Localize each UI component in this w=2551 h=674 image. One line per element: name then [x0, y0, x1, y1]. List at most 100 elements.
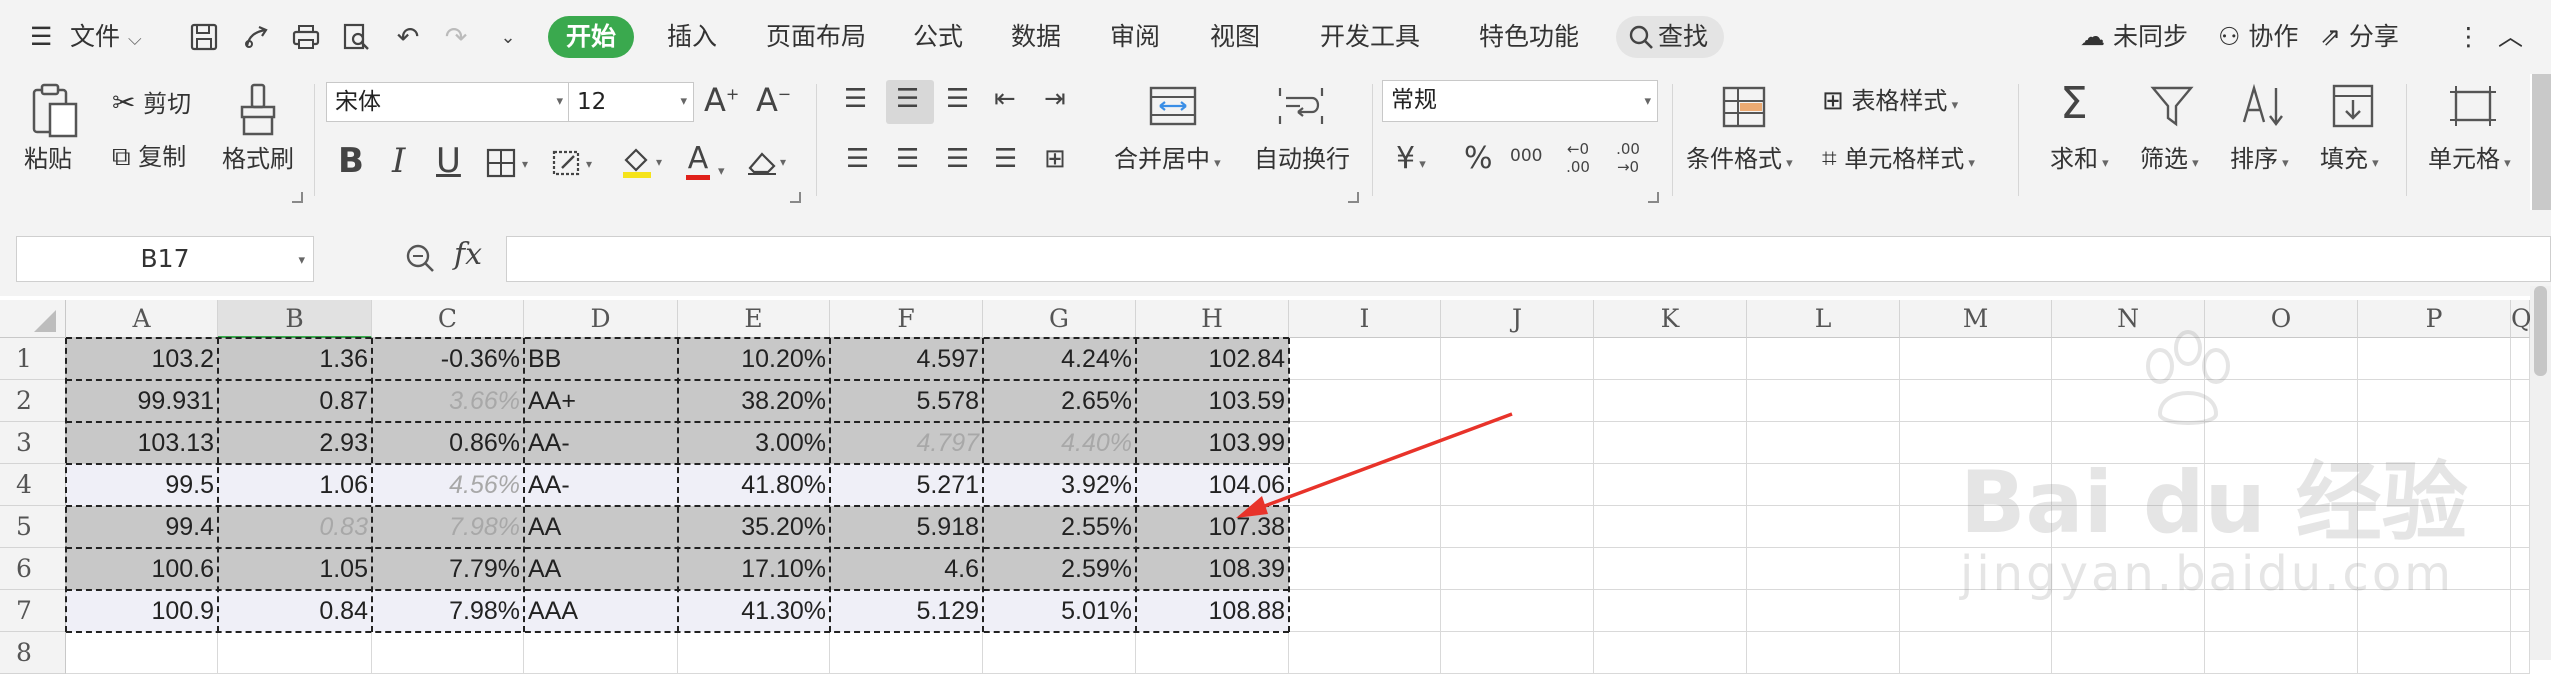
name-box[interactable]: B17 ▾ [16, 236, 314, 282]
zoom-formula-icon[interactable] [404, 242, 436, 277]
column-header-e[interactable]: E [678, 300, 830, 338]
sync-status[interactable]: ☁ 未同步 [2080, 20, 2188, 54]
tab-view[interactable]: 视图 [1210, 20, 1260, 54]
cell-b4[interactable]: 1.06 [218, 464, 372, 506]
cell-e5[interactable]: 35.20% [678, 506, 830, 548]
cell-f7[interactable]: 5.129 [830, 590, 983, 632]
redo-icon[interactable]: ↷ [440, 22, 472, 54]
export-pdf-icon[interactable] [240, 22, 272, 54]
cell-b3[interactable]: 2.93 [218, 422, 372, 464]
collaborate-button[interactable]: ⚇ 协作 [2218, 20, 2298, 54]
customize-toolbar-icon[interactable]: ⌄ [492, 22, 524, 54]
justify-icon[interactable]: ☰ [994, 146, 1017, 172]
cell-d7[interactable]: AAA [524, 590, 678, 632]
cell-j8[interactable] [1441, 632, 1594, 674]
cell-n5[interactable] [2052, 506, 2205, 548]
insert-function-icon[interactable]: fx [454, 240, 482, 270]
cell-l5[interactable] [1747, 506, 1900, 548]
cell-h6[interactable]: 108.39 [1136, 548, 1289, 590]
cell-o1[interactable] [2205, 338, 2358, 380]
cell-n6[interactable] [2052, 548, 2205, 590]
column-header-j[interactable]: J [1441, 300, 1594, 338]
cell-a4[interactable]: 99.5 [66, 464, 218, 506]
cell-a6[interactable]: 100.6 [66, 548, 218, 590]
cell-b1[interactable]: 1.36 [218, 338, 372, 380]
increase-indent-icon[interactable]: ⇥ [1044, 86, 1066, 112]
cell-f5[interactable]: 5.918 [830, 506, 983, 548]
cell-a3[interactable]: 103.13 [66, 422, 218, 464]
cell-g6[interactable]: 2.59% [983, 548, 1136, 590]
ribbon-scrollbar[interactable] [2532, 74, 2551, 210]
column-header-k[interactable]: K [1594, 300, 1747, 338]
cell-o2[interactable] [2205, 380, 2358, 422]
align-top-icon[interactable]: ☰ [844, 86, 867, 112]
cell-d1[interactable]: BB [524, 338, 678, 380]
fill-color-icon[interactable]: ▾ [620, 146, 670, 183]
tab-special-features[interactable]: 特色功能 [1479, 20, 1579, 54]
cell-g7[interactable]: 5.01% [983, 590, 1136, 632]
cell-q3[interactable] [2511, 422, 2530, 464]
cell-b8[interactable] [218, 632, 372, 674]
column-header-f[interactable]: F [830, 300, 983, 338]
cell-g4[interactable]: 3.92% [983, 464, 1136, 506]
cell-k7[interactable] [1594, 590, 1747, 632]
cell-e6[interactable]: 17.10% [678, 548, 830, 590]
italic-button[interactable]: I [392, 144, 405, 178]
align-center-icon[interactable]: ☰ [896, 146, 919, 172]
cell-d4[interactable]: AA- [524, 464, 678, 506]
cell-b2[interactable]: 0.87 [218, 380, 372, 422]
cell-a2[interactable]: 99.931 [66, 380, 218, 422]
column-header-q[interactable]: Q [2511, 300, 2532, 338]
cell-c7[interactable]: 7.98% [372, 590, 524, 632]
cell-d6[interactable]: AA [524, 548, 678, 590]
cell-k6[interactable] [1594, 548, 1747, 590]
align-right-icon[interactable]: ☰ [946, 146, 969, 172]
cell-d8[interactable] [524, 632, 678, 674]
cell-p5[interactable] [2358, 506, 2511, 548]
clear-format-icon[interactable]: ▾ [744, 146, 794, 181]
cell-a5[interactable]: 99.4 [66, 506, 218, 548]
cell-b6[interactable]: 1.05 [218, 548, 372, 590]
cell-g1[interactable]: 4.24% [983, 338, 1136, 380]
row-header-5[interactable]: 5 [0, 506, 66, 548]
cell-k1[interactable] [1594, 338, 1747, 380]
cell-p4[interactable] [2358, 464, 2511, 506]
cell-c2[interactable]: 3.66% [372, 380, 524, 422]
file-menu[interactable]: 文件 ⌵ [70, 20, 142, 57]
cell-e3[interactable]: 3.00% [678, 422, 830, 464]
cell-e8[interactable] [678, 632, 830, 674]
table-style-button[interactable]: ⊞ 表格样式 ▾ [1822, 86, 1958, 121]
cell-m8[interactable] [1900, 632, 2052, 674]
column-header-b[interactable]: B [218, 300, 372, 338]
chevron-down-icon[interactable]: ▾ [718, 164, 725, 179]
cell-m4[interactable] [1900, 464, 2052, 506]
cell-style-button[interactable]: ⌗ 单元格样式 ▾ [1822, 144, 1975, 179]
cell-j1[interactable] [1441, 338, 1594, 380]
column-header-h[interactable]: H [1136, 300, 1289, 338]
cell-a8[interactable] [66, 632, 218, 674]
cell-q7[interactable] [2511, 590, 2530, 632]
cell-b7[interactable]: 0.84 [218, 590, 372, 632]
search-button[interactable]: 查找 [1616, 16, 1724, 58]
cell-n7[interactable] [2052, 590, 2205, 632]
cell-l4[interactable] [1747, 464, 1900, 506]
borders-icon[interactable]: ▾ [486, 148, 534, 181]
cell-m3[interactable] [1900, 422, 2052, 464]
formula-input[interactable] [506, 236, 2551, 282]
cell-i8[interactable] [1289, 632, 1441, 674]
currency-button[interactable]: ¥ ▾ [1396, 144, 1426, 174]
cell-h1[interactable]: 102.84 [1136, 338, 1289, 380]
more-options-icon[interactable]: ⋮ [2456, 20, 2481, 54]
cell-d2[interactable]: AA+ [524, 380, 678, 422]
cell-a7[interactable]: 100.9 [66, 590, 218, 632]
cell-m6[interactable] [1900, 548, 2052, 590]
clipboard-group-launcher[interactable] [292, 192, 303, 203]
cell-o8[interactable] [2205, 632, 2358, 674]
cell-f8[interactable] [830, 632, 983, 674]
row-header-7[interactable]: 7 [0, 590, 66, 632]
cell-p6[interactable] [2358, 548, 2511, 590]
distributed-align-icon[interactable]: ⊞ [1044, 146, 1066, 172]
cell-k3[interactable] [1594, 422, 1747, 464]
cell-c6[interactable]: 7.79% [372, 548, 524, 590]
cell-o3[interactable] [2205, 422, 2358, 464]
